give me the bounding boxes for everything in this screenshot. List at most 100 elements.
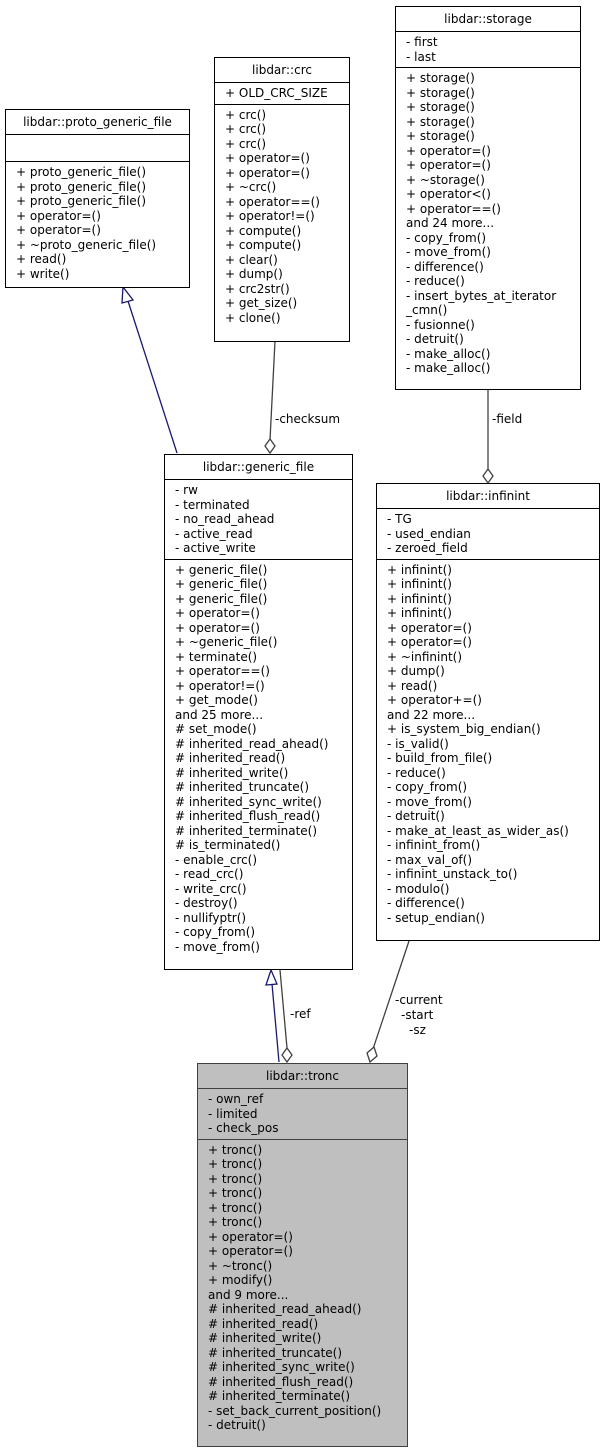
class-method[interactable]: + operator=(): [387, 621, 599, 636]
class-method[interactable]: - infinint_unstack_to(): [387, 867, 599, 882]
class-method[interactable]: + infinint(): [387, 592, 599, 607]
class-method[interactable]: + compute(): [225, 238, 349, 253]
class-attribute[interactable]: - limited: [208, 1107, 407, 1122]
class-method[interactable]: + infinint(): [387, 563, 599, 578]
class-method[interactable]: + tronc(): [208, 1201, 407, 1216]
class-method[interactable]: + compute(): [225, 224, 349, 239]
class-method[interactable]: - move_from(): [387, 795, 599, 810]
class-attribute[interactable]: - active_write: [175, 541, 352, 556]
class-method[interactable]: + ~proto_generic_file(): [16, 238, 189, 253]
class-attribute[interactable]: - zeroed_field: [387, 541, 599, 556]
class-attribute[interactable]: - used_endian: [387, 527, 599, 542]
class-method[interactable]: + crc2str(): [225, 282, 349, 297]
class-method[interactable]: - setup_endian(): [387, 911, 599, 926]
class-method[interactable]: + generic_file(): [175, 577, 352, 592]
class-method[interactable]: - fusionne(): [406, 318, 580, 333]
class-method[interactable]: - reduce(): [406, 274, 580, 289]
class-attribute[interactable]: - rw: [175, 483, 352, 498]
class-title[interactable]: libdar::infinint: [377, 484, 599, 509]
class-attribute[interactable]: - active_read: [175, 527, 352, 542]
class-method[interactable]: + operator=(): [406, 144, 580, 159]
class-title[interactable]: libdar::generic_file: [165, 455, 352, 480]
class-method[interactable]: + ~generic_file(): [175, 635, 352, 650]
class-method[interactable]: - move_from(): [175, 940, 352, 955]
class-attribute[interactable]: - own_ref: [208, 1092, 407, 1107]
class-method[interactable]: + read(): [16, 252, 189, 267]
class-method[interactable]: + clone(): [225, 311, 349, 326]
class-method[interactable]: - detruit(): [406, 332, 580, 347]
class-method[interactable]: + operator+=(): [387, 693, 599, 708]
class-method[interactable]: - destroy(): [175, 896, 352, 911]
class-method[interactable]: + is_system_big_endian(): [387, 722, 599, 737]
class-method[interactable]: + infinint(): [387, 577, 599, 592]
class-attribute[interactable]: - check_pos: [208, 1121, 407, 1136]
class-method[interactable]: + tronc(): [208, 1215, 407, 1230]
class-method[interactable]: + crc(): [225, 122, 349, 137]
class-method[interactable]: + operator=(): [387, 635, 599, 650]
class-method[interactable]: + operator==(): [406, 202, 580, 217]
class-method[interactable]: - reduce(): [387, 766, 599, 781]
class-method[interactable]: - copy_from(): [175, 925, 352, 940]
class-attribute[interactable]: + OLD_CRC_SIZE: [225, 86, 349, 101]
class-attribute[interactable]: - no_read_ahead: [175, 512, 352, 527]
class-method[interactable]: - make_alloc(): [406, 361, 580, 376]
class-method[interactable]: # inherited_write(): [175, 766, 352, 781]
class-method[interactable]: + get_mode(): [175, 693, 352, 708]
class-method[interactable]: + tronc(): [208, 1157, 407, 1172]
class-method[interactable]: + storage(): [406, 86, 580, 101]
class-method[interactable]: + operator=(): [406, 158, 580, 173]
class-method[interactable]: # inherited_read(): [208, 1317, 407, 1332]
class-method[interactable]: - infinint_from(): [387, 838, 599, 853]
class-method[interactable]: # inherited_flush_read(): [208, 1375, 407, 1390]
class-method[interactable]: + infinint(): [387, 606, 599, 621]
class-method[interactable]: + operator=(): [225, 151, 349, 166]
class-method[interactable]: + operator=(): [225, 166, 349, 181]
class-method[interactable]: - make_alloc(): [406, 347, 580, 362]
class-method[interactable]: - detruit(): [208, 1418, 407, 1433]
class-method[interactable]: + operator==(): [175, 664, 352, 679]
class-method[interactable]: - make_at_least_as_wider_as(): [387, 824, 599, 839]
class-method[interactable]: # inherited_truncate(): [175, 780, 352, 795]
class-method[interactable]: - detruit(): [387, 809, 599, 824]
class-method[interactable]: - copy_from(): [406, 231, 580, 246]
class-method[interactable]: + clear(): [225, 253, 349, 268]
class-method[interactable]: + operator=(): [16, 223, 189, 238]
class-method[interactable]: - write_crc(): [175, 882, 352, 897]
class-method[interactable]: + operator<(): [406, 187, 580, 202]
class-method[interactable]: + storage(): [406, 129, 580, 144]
class-generic-file[interactable]: libdar::generic_file - rw - terminated - n…: [164, 454, 353, 970]
class-method[interactable]: - build_from_file(): [387, 751, 599, 766]
class-method[interactable]: + storage(): [406, 100, 580, 115]
class-attribute[interactable]: - TG: [387, 512, 599, 527]
class-method[interactable]: + generic_file(): [175, 563, 352, 578]
class-method[interactable]: # inherited_truncate(): [208, 1346, 407, 1361]
class-method[interactable]: - nullifyptr(): [175, 911, 352, 926]
class-method[interactable]: - move_from(): [406, 245, 580, 260]
class-method[interactable]: + operator=(): [16, 209, 189, 224]
class-method[interactable]: - difference(): [406, 260, 580, 275]
class-method[interactable]: + storage(): [406, 115, 580, 130]
class-method[interactable]: + tronc(): [208, 1143, 407, 1158]
class-method[interactable]: - set_back_current_position(): [208, 1404, 407, 1419]
class-proto-generic-file[interactable]: libdar::proto_generic_file + proto_gener…: [5, 109, 190, 288]
class-crc[interactable]: libdar::crc + OLD_CRC_SIZE + crc() + crc(…: [214, 57, 350, 342]
class-method[interactable]: # is_terminated(): [175, 838, 352, 853]
class-method[interactable]: - enable_crc(): [175, 853, 352, 868]
class-method[interactable]: + get_size(): [225, 296, 349, 311]
class-method[interactable]: - insert_bytes_at_iterator: [406, 289, 580, 304]
class-method[interactable]: # inherited_sync_write(): [208, 1360, 407, 1375]
class-method[interactable]: and 9 more...: [208, 1288, 407, 1303]
class-title[interactable]: libdar::tronc: [198, 1064, 407, 1089]
class-method[interactable]: + proto_generic_file(): [16, 165, 189, 180]
class-method[interactable]: + ~storage(): [406, 173, 580, 188]
class-method[interactable]: + operator=(): [208, 1244, 407, 1259]
class-tronc[interactable]: libdar::tronc - own_ref - limited - check_…: [197, 1063, 408, 1447]
class-method[interactable]: # set_mode(): [175, 722, 352, 737]
class-method[interactable]: _cmn(): [406, 303, 580, 318]
class-method[interactable]: + operator=(): [175, 621, 352, 636]
class-method[interactable]: + dump(): [225, 267, 349, 282]
class-method[interactable]: - max_val_of(): [387, 853, 599, 868]
class-method[interactable]: + operator=(): [208, 1230, 407, 1245]
class-method[interactable]: + operator=(): [175, 606, 352, 621]
class-method[interactable]: + proto_generic_file(): [16, 180, 189, 195]
